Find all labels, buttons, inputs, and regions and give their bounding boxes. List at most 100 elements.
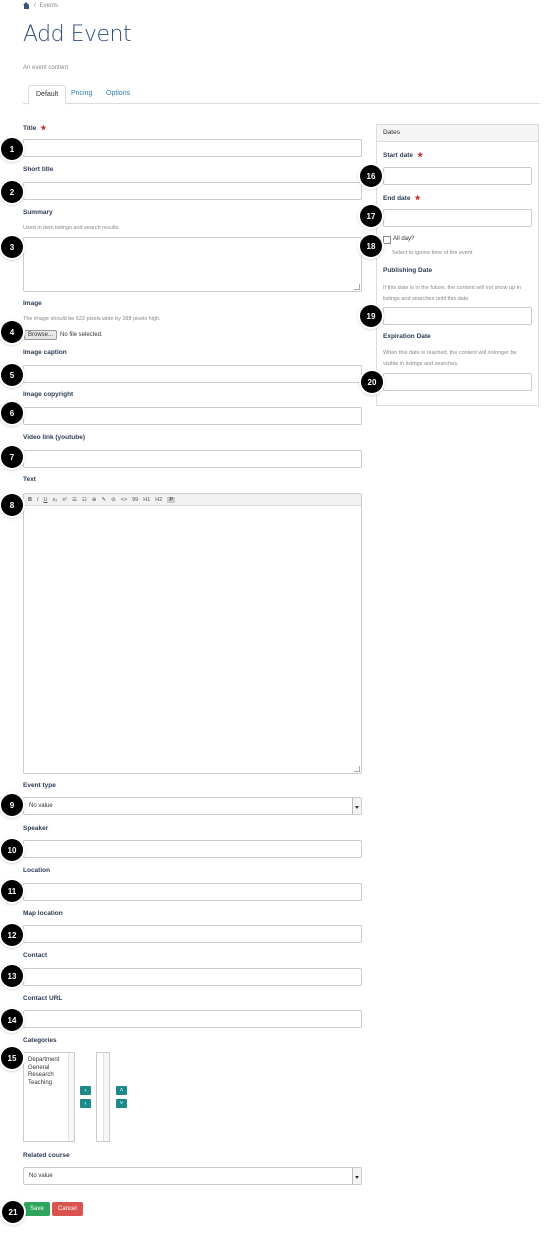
heading2-button[interactable]: H2 bbox=[155, 497, 162, 503]
contact-url-input[interactable] bbox=[23, 1010, 362, 1028]
chevron-down-icon: ˅ bbox=[119, 1100, 124, 1107]
end-date-label-text: End date bbox=[383, 195, 411, 202]
callout-badge: 20 bbox=[361, 371, 383, 393]
save-button[interactable]: Save bbox=[24, 1202, 50, 1216]
end-date-label: End date ★ bbox=[383, 194, 421, 202]
required-icon: ★ bbox=[40, 125, 47, 132]
short-title-label: Short title bbox=[23, 166, 54, 173]
italic-button[interactable]: I bbox=[37, 497, 39, 503]
cancel-button[interactable]: Cancel bbox=[52, 1202, 83, 1216]
image-help: The image should be 622 pixels wide by 2… bbox=[23, 316, 161, 322]
unlink-button[interactable]: ⊘ bbox=[111, 497, 116, 503]
remove-category-button[interactable]: ‹ bbox=[80, 1099, 91, 1108]
breadcrumb-current[interactable]: Events bbox=[40, 3, 58, 9]
video-link-label: Video link (youtube) bbox=[23, 434, 85, 441]
image-caption-input[interactable] bbox=[23, 365, 362, 383]
callout-badge: 10 bbox=[1, 839, 23, 861]
underline-button[interactable]: U bbox=[44, 497, 48, 503]
end-date-input[interactable] bbox=[383, 209, 532, 227]
speaker-label: Speaker bbox=[23, 825, 49, 832]
summary-label: Summary bbox=[23, 209, 53, 216]
quote-button[interactable]: 99 bbox=[132, 497, 138, 503]
text-label: Text bbox=[23, 476, 36, 483]
image-label: Image bbox=[23, 300, 42, 307]
editor-toolbar: B I U x₂ x² ☰ ☷ ⊕ ✎ ⊘ <> 99 H1 H2 P bbox=[24, 494, 361, 506]
callout-badge: 7 bbox=[1, 446, 23, 468]
callout-badge: 16 bbox=[360, 165, 382, 187]
heading1-button[interactable]: H1 bbox=[143, 497, 150, 503]
all-day-help: Select to ignore time of the event bbox=[392, 250, 473, 256]
callout-badge: 17 bbox=[360, 205, 382, 227]
add-category-button[interactable]: › bbox=[80, 1086, 91, 1095]
summary-textarea[interactable] bbox=[23, 237, 362, 292]
browse-button[interactable]: Browse... bbox=[24, 330, 58, 340]
callout-badge: 21 bbox=[2, 1201, 24, 1223]
scrollbar[interactable] bbox=[68, 1053, 74, 1141]
chevron-down-icon[interactable] bbox=[352, 1168, 361, 1184]
all-day-label: All day? bbox=[393, 236, 415, 242]
publishing-date-label: Publishing Date bbox=[383, 267, 433, 274]
speaker-input[interactable] bbox=[23, 840, 362, 858]
superscript-button[interactable]: x² bbox=[62, 497, 67, 503]
tab-options[interactable]: Options bbox=[99, 85, 137, 103]
breadcrumb: / Events bbox=[23, 2, 58, 9]
tab-default[interactable]: Default bbox=[28, 85, 67, 105]
move-up-button[interactable]: ˄ bbox=[116, 1086, 127, 1095]
callout-badge: 18 bbox=[360, 235, 382, 257]
chevron-down-icon[interactable] bbox=[352, 798, 361, 814]
categories-selected-list[interactable] bbox=[96, 1052, 110, 1142]
expiration-date-input[interactable] bbox=[383, 373, 532, 391]
publishing-date-input[interactable] bbox=[383, 307, 532, 325]
resize-handle-icon[interactable] bbox=[354, 766, 360, 772]
contact-input[interactable] bbox=[23, 968, 362, 986]
related-course-value: No value bbox=[29, 1173, 53, 1179]
publishing-date-help: If this date is in the future, the conte… bbox=[383, 285, 521, 302]
scrollbar[interactable] bbox=[103, 1053, 109, 1141]
callout-badge: 5 bbox=[1, 364, 23, 386]
categories-label: Categories bbox=[23, 1037, 57, 1044]
file-status: No file selected. bbox=[60, 332, 103, 338]
callout-badge: 14 bbox=[1, 1009, 23, 1031]
bullet-list-button[interactable]: ☰ bbox=[72, 497, 77, 503]
numbered-list-button[interactable]: ☷ bbox=[82, 497, 87, 503]
resize-handle-icon[interactable] bbox=[354, 284, 360, 290]
location-input[interactable] bbox=[23, 883, 362, 901]
event-type-label: Event type bbox=[23, 782, 56, 789]
breadcrumb-separator: / bbox=[34, 2, 36, 9]
callout-badge: 4 bbox=[1, 321, 23, 343]
tab-pricing[interactable]: Pricing bbox=[64, 85, 99, 103]
callout-badge: 12 bbox=[1, 924, 23, 946]
chevron-up-icon: ˄ bbox=[119, 1087, 124, 1094]
map-location-input[interactable] bbox=[23, 925, 362, 943]
start-date-label-text: Start date bbox=[383, 152, 413, 159]
home-icon[interactable] bbox=[23, 2, 30, 9]
image-insert-button[interactable]: ⊕ bbox=[92, 497, 97, 503]
page-title: Add Event bbox=[23, 22, 132, 47]
callout-badge: 1 bbox=[1, 138, 23, 160]
callout-badge: 8 bbox=[1, 494, 23, 516]
tab-bar: Default Pricing Options bbox=[23, 85, 540, 105]
callout-badge: 11 bbox=[1, 880, 23, 902]
subscript-button[interactable]: x₂ bbox=[53, 497, 58, 503]
all-day-checkbox[interactable] bbox=[383, 236, 391, 244]
move-down-button[interactable]: ˅ bbox=[116, 1099, 127, 1108]
title-input[interactable] bbox=[23, 139, 362, 157]
bold-button[interactable]: B bbox=[28, 497, 32, 503]
event-type-select[interactable]: No value bbox=[23, 797, 362, 815]
arrow-left-icon: ‹ bbox=[84, 1100, 87, 1107]
start-date-input[interactable] bbox=[383, 167, 532, 185]
video-link-input[interactable] bbox=[23, 450, 362, 468]
link-button[interactable]: ✎ bbox=[101, 497, 106, 503]
image-copyright-input[interactable] bbox=[23, 407, 362, 425]
callout-badge: 15 bbox=[1, 1047, 23, 1069]
paragraph-button[interactable]: P bbox=[167, 496, 175, 503]
code-button[interactable]: <> bbox=[121, 497, 127, 503]
callout-badge: 19 bbox=[360, 305, 382, 327]
text-editor[interactable]: B I U x₂ x² ☰ ☷ ⊕ ✎ ⊘ <> 99 H1 H2 P bbox=[23, 493, 362, 774]
map-location-label: Map location bbox=[23, 910, 63, 917]
short-title-input[interactable] bbox=[23, 182, 362, 200]
categories-available-list[interactable]: Department General Research Teaching bbox=[23, 1052, 75, 1142]
required-icon: ★ bbox=[416, 152, 424, 159]
related-course-select[interactable]: No value bbox=[23, 1167, 362, 1185]
related-course-label: Related course bbox=[23, 1152, 70, 1159]
